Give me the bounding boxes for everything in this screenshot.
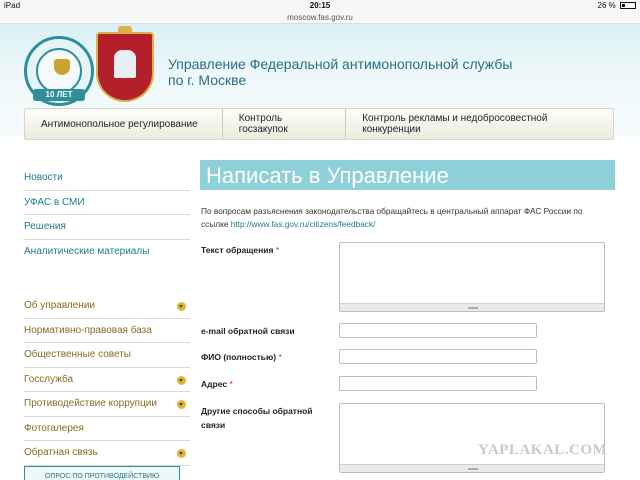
other-contacts-label-line2: связи <box>201 420 226 430</box>
fullname-label: ФИО (полностью) * <box>201 351 282 363</box>
anniversary-ribbon: 10 ЛЕТ <box>33 89 85 101</box>
sidebar: Новости УФАС в СМИ Решения Аналитические… <box>24 166 190 466</box>
required-mark: * <box>229 379 233 389</box>
resize-handle[interactable] <box>340 303 604 311</box>
chevron-down-icon[interactable] <box>177 449 186 458</box>
clock: 20:15 <box>309 1 331 10</box>
sidebar-item-label: Противодействие коррупции <box>24 398 157 410</box>
page-title: Написать в Управление <box>200 160 615 190</box>
message-textarea[interactable] <box>339 242 605 312</box>
sidebar-item-label: Фотогалерея <box>24 422 84 434</box>
org-name-line1: Управление Федеральной антимонопольной с… <box>168 56 513 72</box>
battery-indicator: 26 % <box>598 1 636 10</box>
chevron-down-icon[interactable] <box>177 400 186 409</box>
watermark: YAPLAKAL.COM <box>478 442 608 458</box>
required-mark: * <box>278 352 282 362</box>
sidebar-item-legal-base[interactable]: Нормативно-правовая база <box>24 319 190 343</box>
email-label: e-mail обратной связи <box>201 325 295 337</box>
moscow-coat-of-arms-icon <box>96 26 154 102</box>
required-mark: * <box>275 245 280 255</box>
chevron-down-icon[interactable] <box>177 375 186 385</box>
battery-icon <box>620 2 636 9</box>
sidebar-item-anticorruption[interactable]: Противодействие коррупции <box>24 392 190 417</box>
eagle-emblem-icon <box>54 59 70 75</box>
url-text: moscow.fas.gov.ru <box>287 13 353 22</box>
sidebar-item-label: Об управлении <box>24 300 95 312</box>
fas-anniversary-logo[interactable]: 10 ЛЕТ <box>24 36 94 106</box>
address-field[interactable] <box>339 376 537 391</box>
top-navigation: Антимонопольное регулирование Контроль г… <box>24 108 614 140</box>
sidebar-item-public-councils[interactable]: Общественные советы <box>24 343 190 368</box>
other-contacts-label: Другие способы обратной связи <box>201 405 313 431</box>
sidebar-item-media[interactable]: УФАС в СМИ <box>24 191 190 215</box>
sidebar-item-label: Госслужба <box>24 373 74 385</box>
sidebar-item-decisions[interactable]: Решения <box>24 215 190 240</box>
address-label: Адрес * <box>201 378 233 390</box>
resize-handle[interactable] <box>340 464 604 472</box>
fullname-label-text: ФИО (полностью) <box>201 352 277 362</box>
intro-text: По вопросам разъяснения законодательства… <box>201 205 601 231</box>
fullname-field[interactable] <box>339 349 537 364</box>
sidebar-item-news[interactable]: Новости <box>24 166 190 191</box>
saint-george-rider-icon <box>114 50 136 78</box>
sidebar-item-about[interactable]: Об управлении <box>24 294 190 319</box>
nav-advertising[interactable]: Контроль рекламы и недобросовестной конк… <box>346 109 613 139</box>
sidebar-item-label: Нормативно-правовая база <box>24 324 152 336</box>
battery-percent: 26 % <box>597 1 616 10</box>
organization-name[interactable]: Управление Федеральной антимонопольной с… <box>168 56 528 88</box>
address-bar[interactable]: moscow.fas.gov.ru <box>0 12 640 24</box>
email-label-text: e-mail обратной связи <box>201 326 295 336</box>
other-contacts-label-line1: Другие способы обратной <box>201 406 313 416</box>
anticorruption-survey-banner[interactable]: ОПРОС ПО ПРОТИВОДЕЙСТВИЮ КОРРУПЦИИ <box>24 466 180 480</box>
address-label-text: Адрес <box>201 379 228 389</box>
email-field[interactable] <box>339 323 537 338</box>
sidebar-item-civil-service[interactable]: Госслужба <box>24 368 190 392</box>
sidebar-item-label: Обратная связь <box>24 447 98 459</box>
org-name-line2: по г. Москве <box>168 72 247 88</box>
message-label: Текст обращения * <box>201 244 279 256</box>
sidebar-item-analytics[interactable]: Аналитические материалы <box>24 240 190 265</box>
nav-procurement[interactable]: Контроль госзакупок <box>223 109 347 139</box>
ios-status-bar: iPad 20:15 26 % <box>0 0 640 12</box>
nav-antimonopoly[interactable]: Антимонопольное регулирование <box>25 109 223 139</box>
sidebar-item-feedback[interactable]: Обратная связь <box>24 441 190 466</box>
crown-icon <box>118 26 132 34</box>
sidebar-item-label: Общественные советы <box>24 349 131 361</box>
sidebar-item-photogallery[interactable]: Фотогалерея <box>24 417 190 441</box>
message-label-text: Текст обращения <box>201 245 274 255</box>
feedback-link[interactable]: http://www.fas.gov.ru/citizens/feedback/ <box>231 219 376 229</box>
chevron-down-icon[interactable] <box>177 302 186 311</box>
other-contacts-textarea[interactable] <box>339 403 605 473</box>
